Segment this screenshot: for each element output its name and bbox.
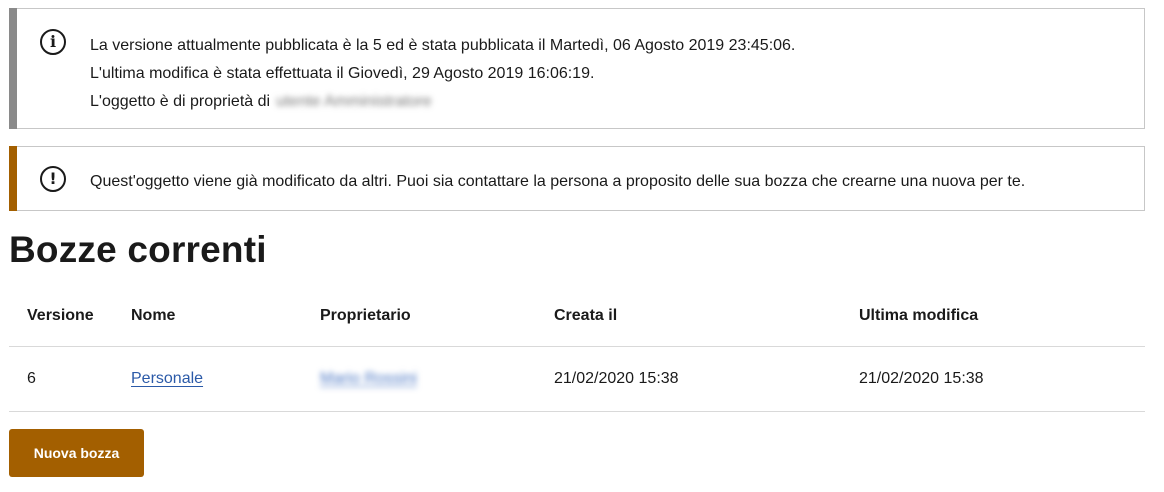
header-owner: Proprietario [320,307,411,324]
header-modified: Ultima modifica [859,307,979,324]
page-title: Bozze correnti [9,229,267,270]
warning-notice-stripe [9,146,17,211]
cell-owner: Mario Rossini [320,347,417,411]
header-version: Versione [27,307,94,324]
info-line-modified: L'ultima modifica è stata effettuata il … [90,65,595,82]
info-notice: i La versione attualmente pubblicata è l… [9,8,1145,129]
drafts-table: Versione Nome Proprietario Creata il Ult… [9,285,1145,412]
owner-name-blurred: utente Amministratore [276,93,432,110]
cell-modified: 21/02/2020 15:38 [859,370,984,387]
table-header-row: Versione Nome Proprietario Creata il Ult… [9,285,1145,347]
info-notice-text: La versione attualmente pubblicata è la … [90,32,795,116]
warning-notice-text: Quest'oggetto viene già modificato da al… [90,173,1026,190]
info-line-published: La versione attualmente pubblicata è la … [90,37,796,54]
exclamation-icon: ! [40,166,66,192]
info-line-owner: L'oggetto è di proprietà di utente Ammini… [90,88,795,116]
warning-notice: ! Quest'oggetto viene già modificato da … [9,146,1145,211]
header-name: Nome [131,307,176,324]
cell-version: 6 [27,370,36,387]
cell-name: Personale [131,347,203,411]
info-notice-stripe [9,8,17,129]
owner-prefix: L'oggetto è di proprietà di [90,93,271,110]
owner-link-blurred[interactable]: Mario Rossini [320,347,417,411]
new-draft-button[interactable]: Nuova bozza [9,429,144,477]
cell-created: 21/02/2020 15:38 [554,370,679,387]
table-row: 6 Personale Mario Rossini 21/02/2020 15:… [9,347,1145,412]
draft-name-link[interactable]: Personale [131,370,203,387]
info-icon: i [40,29,66,55]
header-created: Creata il [554,307,618,324]
